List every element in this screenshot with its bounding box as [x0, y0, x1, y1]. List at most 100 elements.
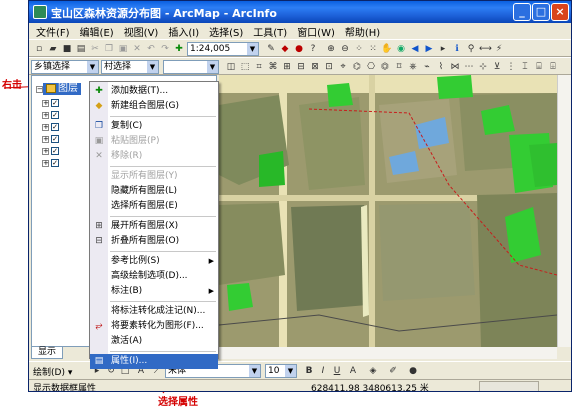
minimize-button[interactable]: _ [513, 3, 531, 21]
layer-checkbox[interactable]: ✓ [51, 135, 59, 143]
marker-color-icon[interactable]: ● [407, 365, 419, 377]
context-menu-item[interactable]: ◆ 新建组合图层(G) [90, 99, 218, 114]
context-menu-item[interactable]: ❐ 复制(C) [90, 119, 218, 134]
menu-window[interactable]: 窗口(W) [292, 24, 340, 39]
font-size-dropdown[interactable]: 10 ▼ [265, 364, 297, 378]
tool-icon[interactable]: ⌸ [533, 61, 545, 73]
layer-checkbox[interactable]: ✓ [51, 159, 59, 167]
tool-icon[interactable]: ⊟ [295, 61, 307, 73]
layer-row[interactable]: + ✓ [42, 134, 59, 144]
zoom-in-icon[interactable]: ⊕ [325, 43, 337, 55]
maximize-button[interactable]: □ [532, 3, 550, 21]
new-document-icon[interactable]: ▫ [33, 43, 45, 55]
expand-icon[interactable]: + [42, 159, 49, 167]
measure-icon[interactable]: ⟷ [479, 43, 492, 55]
layer-checkbox[interactable]: ✓ [51, 99, 59, 107]
tool-icon[interactable]: ⊡ [323, 61, 335, 73]
paste-icon[interactable]: ▣ [117, 43, 129, 55]
tree-root-row[interactable]: − [36, 84, 43, 94]
expand-icon[interactable]: + [42, 111, 49, 119]
tool-icon[interactable]: ⊻ [491, 61, 503, 73]
layer-checkbox[interactable]: ✓ [51, 123, 59, 131]
arccatalog-icon[interactable]: ● [293, 43, 305, 55]
layer-row[interactable]: + ✓ [42, 146, 59, 156]
add-data-icon[interactable]: ✚ [173, 43, 185, 55]
underline-icon[interactable]: U [331, 365, 343, 377]
tool-icon[interactable]: ⌖ [337, 61, 349, 73]
undo-icon[interactable]: ↶ [145, 43, 157, 55]
context-menu-item[interactable]: 选择所有图层(E) [90, 199, 218, 214]
context-menu-item[interactable]: ▣ 粘贴图层(P) [90, 134, 218, 149]
layers-node[interactable]: 图层 [43, 83, 81, 95]
open-folder-icon[interactable]: ▰ [47, 43, 59, 55]
expand-icon[interactable]: + [42, 99, 49, 107]
tool-icon[interactable]: ⎔ [365, 61, 377, 73]
tab-display[interactable]: 显示 [31, 347, 64, 359]
map-canvas[interactable] [219, 75, 557, 347]
context-menu-item[interactable]: ⊟ 折叠所有图层(O) [90, 234, 218, 249]
context-menu-item[interactable]: 隐藏所有图层(L) [90, 184, 218, 199]
context-menu-item[interactable]: 高级绘制选项(D)... [90, 269, 218, 284]
context-menu-item[interactable]: ⥂ 将要素转化为图形(F)... [90, 319, 218, 334]
line-color-icon[interactable]: ✐ [387, 365, 399, 377]
context-menu-item[interactable]: ▤ 属性(I)... [90, 354, 218, 369]
back-icon[interactable]: ◀ [409, 43, 421, 55]
identify-icon[interactable]: ℹ [451, 43, 463, 55]
menu-help[interactable]: 帮助(H) [340, 24, 385, 39]
title-bar[interactable]: 宝山区森林资源分布图 - ArcMap - ArcInfo _ □ × [29, 1, 571, 23]
blank-dropdown[interactable]: ▼ [163, 60, 219, 74]
whats-this-icon[interactable]: ? [307, 43, 319, 55]
find-icon[interactable]: ⚲ [465, 43, 477, 55]
context-menu-item[interactable]: 显示所有图层(Y) [90, 169, 218, 184]
select-features-icon[interactable]: ⬚ [239, 61, 251, 73]
context-menu-item[interactable]: ✕ 移除(R) [90, 149, 218, 164]
forward-icon[interactable]: ▶ [423, 43, 435, 55]
tool-icon[interactable]: ⊹ [477, 61, 489, 73]
close-button[interactable]: × [551, 3, 569, 21]
menu-edit[interactable]: 编辑(E) [75, 24, 119, 39]
context-menu-item[interactable]: ⊞ 展开所有图层(X) [90, 219, 218, 234]
vertical-scrollbar[interactable] [557, 75, 571, 347]
layer-row[interactable]: + ✓ [42, 158, 59, 168]
tool-icon[interactable]: ⋯ [463, 61, 475, 73]
redo-icon[interactable]: ↷ [159, 43, 171, 55]
font-color-icon[interactable]: A [347, 365, 359, 377]
menu-file[interactable]: 文件(F) [31, 24, 75, 39]
expand-icon[interactable]: + [42, 147, 49, 155]
delete-icon[interactable]: ✕ [131, 43, 143, 55]
layer-row[interactable]: + ✓ [42, 110, 59, 120]
scale-dropdown[interactable]: 1:24,005 ▼ [187, 42, 259, 56]
bold-icon[interactable]: B [303, 365, 315, 377]
zoom-out-icon[interactable]: ⊖ [339, 43, 351, 55]
tool-icon[interactable]: ⌘ [267, 61, 279, 73]
tool-icon[interactable]: ⌑ [393, 61, 405, 73]
hyperlink-icon[interactable]: ⚡ [493, 43, 505, 55]
expand-icon[interactable]: + [42, 135, 49, 143]
full-extent-icon[interactable]: ◉ [395, 43, 407, 55]
layer-row[interactable]: + ✓ [42, 98, 59, 108]
tool-icon[interactable]: ⌗ [253, 61, 265, 73]
italic-icon[interactable]: I [317, 365, 329, 377]
fixed-zoom-in-icon[interactable]: ⁘ [353, 43, 365, 55]
tool-icon[interactable]: ⋈ [449, 61, 461, 73]
tool-icon[interactable]: ⊞ [281, 61, 293, 73]
draw-menu[interactable]: 绘制(D) ▾ [33, 365, 72, 378]
tool-icon[interactable]: ⌶ [519, 61, 531, 73]
print-icon[interactable]: ▤ [75, 43, 87, 55]
tool-icon[interactable]: ⏣ [379, 61, 391, 73]
save-icon[interactable]: ■ [61, 43, 73, 55]
context-menu-item[interactable]: 激活(A) [90, 334, 218, 349]
arctoolbox-icon[interactable]: ◆ [279, 43, 291, 55]
fixed-zoom-out-icon[interactable]: ⁙ [367, 43, 379, 55]
horizontal-scrollbar[interactable] [219, 347, 557, 359]
copy-icon[interactable]: ❐ [103, 43, 115, 55]
context-menu-item[interactable]: 标注(B) ▶ [90, 284, 218, 299]
tool-icon[interactable]: ⌹ [547, 61, 559, 73]
expand-icon[interactable]: + [42, 123, 49, 131]
menu-insert[interactable]: 插入(I) [163, 24, 204, 39]
tool-icon[interactable]: ⋮ [505, 61, 517, 73]
layer-checkbox[interactable]: ✓ [51, 147, 59, 155]
select-elements-icon[interactable]: ▸ [437, 43, 449, 55]
tool-icon[interactable]: ⊠ [309, 61, 321, 73]
layer-tool-icon[interactable]: ◫ [225, 61, 237, 73]
